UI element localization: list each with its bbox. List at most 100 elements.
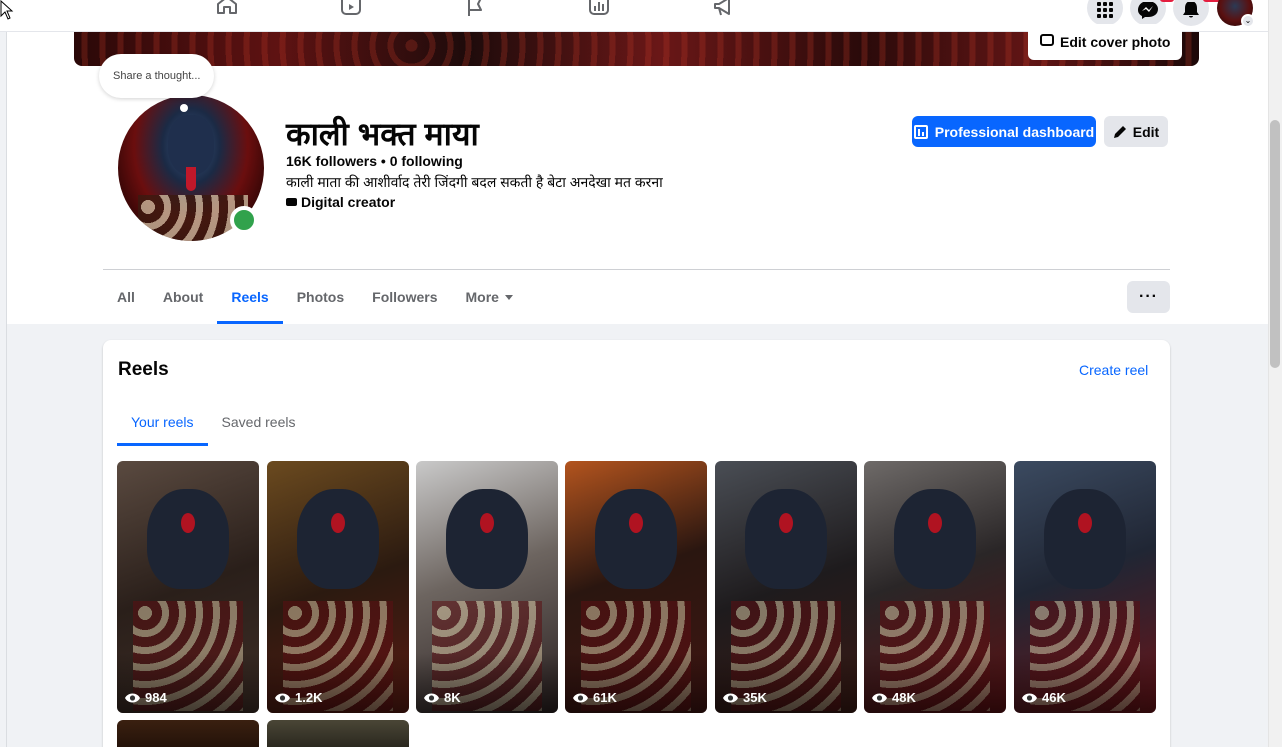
reel-view-count: 984 (124, 690, 167, 705)
messenger-badge (1160, 0, 1174, 2)
reel-thumbnail[interactable] (117, 720, 259, 747)
reel-thumbnail[interactable]: 35K (715, 461, 857, 713)
reel-thumbnail[interactable]: 984 (117, 461, 259, 713)
tab-saved-reels[interactable]: Saved reels (208, 398, 310, 446)
profile-header: Edit cover photo Share a thought... काली… (7, 24, 1268, 324)
follower-stats[interactable]: 16K followers • 0 following (286, 153, 463, 169)
edit-profile-button[interactable]: Edit (1104, 116, 1168, 147)
share-thought-bubble[interactable]: Share a thought... (99, 54, 215, 98)
tab-your-reels[interactable]: Your reels (117, 398, 208, 446)
tab-about[interactable]: About (149, 270, 217, 324)
ads-megaphone-icon[interactable] (710, 0, 736, 20)
scrollbar-track[interactable] (1268, 0, 1282, 747)
reel-thumbnail[interactable]: 46K (1014, 461, 1156, 713)
reel-figure (745, 489, 827, 589)
profile-picture-detail (186, 167, 196, 191)
reel-views-label: 61K (593, 690, 617, 705)
eye-icon (275, 693, 290, 702)
reel-view-count: 8K (423, 690, 461, 705)
reel-thumbnail[interactable]: 61K (565, 461, 707, 713)
edit-cover-photo-button[interactable]: Edit cover photo (1028, 24, 1183, 60)
tab-reels-label: Reels (231, 289, 269, 305)
professional-dashboard-button[interactable]: Professional dashboard (912, 116, 1096, 147)
reels-video-icon[interactable] (338, 0, 364, 20)
reel-detail (779, 513, 793, 533)
reel-thumbnail[interactable] (267, 720, 409, 747)
briefcase-icon (286, 198, 297, 206)
professional-dashboard-label: Professional dashboard (934, 123, 1095, 140)
reel-thumbnail[interactable]: 48K (864, 461, 1006, 713)
category-label: Digital creator (301, 194, 396, 210)
profile-name: काली भक्त माया (286, 116, 479, 152)
chevron-down-icon: ⌄ (1241, 14, 1255, 28)
ellipsis-icon: ··· (1139, 288, 1158, 305)
tab-about-label: About (162, 289, 204, 305)
reel-detail (629, 513, 643, 533)
tab-more-label: More (465, 289, 499, 305)
caret-down-icon (504, 294, 513, 300)
reels-section-title: Reels (118, 359, 169, 380)
pages-flag-icon[interactable] (462, 0, 488, 20)
reels-section: Reels Create reel Your reels Saved reels… (103, 340, 1170, 747)
reel-detail (480, 513, 494, 533)
reels-subtabs: Your reels Saved reels (117, 398, 309, 446)
reel-views-label: 984 (145, 690, 167, 705)
notifications-bell-icon[interactable] (1173, 0, 1209, 26)
edit-cover-photo-label: Edit cover photo (1060, 34, 1171, 50)
home-icon[interactable] (214, 0, 240, 20)
reel-view-count: 46K (1021, 690, 1066, 705)
more-options-button[interactable]: ··· (1127, 281, 1170, 313)
tab-all[interactable]: All (103, 270, 149, 324)
online-status-indicator (230, 206, 258, 234)
reel-figure (894, 489, 976, 589)
scrollbar-thumb[interactable] (1270, 120, 1280, 368)
mouse-cursor-icon (0, 0, 14, 20)
profile-bio: काली माता की आशीर्वाद तेरी जिंदगी बदल सक… (286, 174, 663, 190)
reel-figure (446, 489, 528, 589)
reel-detail (928, 513, 942, 533)
reel-view-count: 1.2K (274, 690, 322, 705)
account-avatar[interactable]: ⌄ (1217, 0, 1255, 28)
insights-chart-icon[interactable] (586, 0, 612, 20)
tab-followers-label: Followers (372, 289, 438, 305)
tab-photos-label: Photos (296, 289, 345, 305)
tab-all-label: All (117, 289, 135, 305)
create-reel-link[interactable]: Create reel (1079, 362, 1148, 378)
reel-detail (1078, 513, 1092, 533)
tab-reels[interactable]: Reels (217, 270, 284, 324)
profile-category: Digital creator (286, 194, 395, 210)
messenger-icon[interactable] (1130, 0, 1166, 26)
eye-icon (872, 693, 887, 702)
reel-figure (147, 489, 229, 589)
tab-your-reels-label: Your reels (131, 414, 194, 430)
share-thought-placeholder: Share a thought... (113, 70, 201, 82)
reel-thumbnail[interactable]: 1.2K (267, 461, 409, 713)
eye-icon (125, 693, 140, 702)
reel-figure (297, 489, 379, 589)
reel-detail (331, 513, 345, 533)
edit-profile-label: Edit (1132, 123, 1160, 140)
eye-icon (723, 693, 738, 702)
reel-view-count: 48K (871, 690, 916, 705)
reel-views-label: 48K (892, 690, 916, 705)
tab-followers[interactable]: Followers (358, 270, 451, 324)
profile-tabs: All About Reels Photos Followers More (103, 270, 527, 324)
profile-picture-figure (168, 115, 214, 175)
thought-bubble-tail (180, 104, 188, 112)
reel-views-label: 46K (1042, 690, 1066, 705)
tab-more[interactable]: More (452, 270, 527, 324)
tab-photos[interactable]: Photos (283, 270, 358, 324)
reel-figure (1044, 489, 1126, 589)
menu-grid-icon[interactable] (1087, 0, 1123, 26)
reel-views-label: 35K (743, 690, 767, 705)
reel-figure (595, 489, 677, 589)
reel-thumbnail[interactable]: 8K (416, 461, 558, 713)
eye-icon (1022, 693, 1037, 702)
reel-views-label: 8K (444, 690, 461, 705)
tab-saved-reels-label: Saved reels (221, 414, 296, 430)
reel-views-label: 1.2K (295, 690, 323, 705)
eye-icon (424, 693, 439, 702)
eye-icon (573, 693, 588, 702)
camera-icon (1040, 34, 1054, 46)
reel-view-count: 61K (572, 690, 617, 705)
